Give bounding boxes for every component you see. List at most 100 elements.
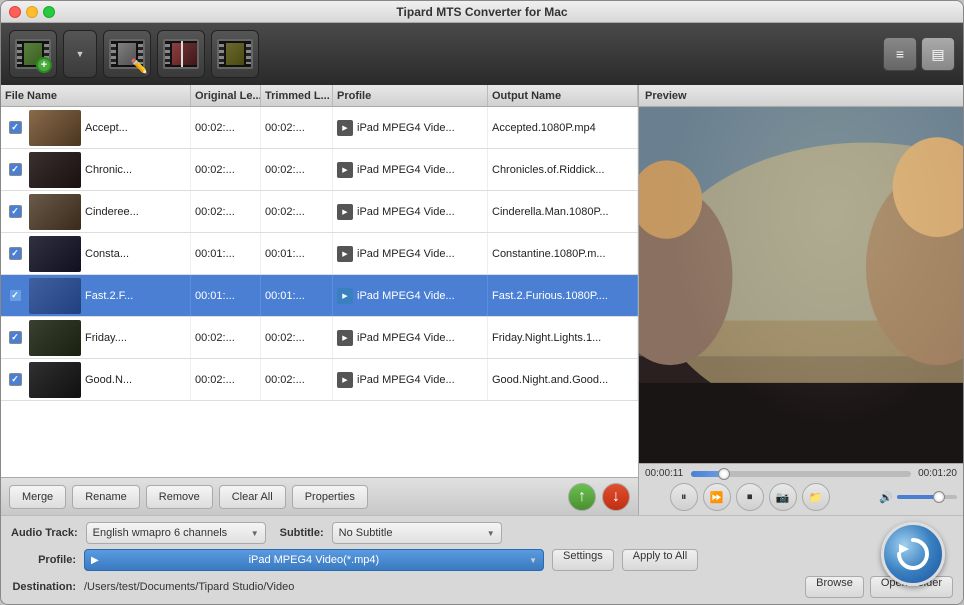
- rename-button[interactable]: Rename: [72, 485, 140, 509]
- col-output: Output Name: [488, 85, 638, 106]
- move-up-button[interactable]: ↑: [568, 483, 596, 511]
- open-folder-button[interactable]: 📁: [802, 483, 830, 511]
- toolbar: + ▼ ✏️: [1, 23, 963, 85]
- total-time: 00:01:20: [915, 468, 957, 479]
- settings-button[interactable]: Settings: [552, 549, 614, 571]
- subtitle-select[interactable]: No Subtitle ▼: [332, 522, 502, 544]
- progress-track[interactable]: [691, 471, 911, 477]
- file-name: Fast.2.F...: [85, 290, 133, 302]
- table-row[interactable]: Cinderee... 00:02:... 00:02:... ▶ iPad M…: [1, 191, 638, 233]
- folder-icon: 📁: [809, 491, 823, 504]
- minimize-button[interactable]: [26, 6, 38, 18]
- name-cell: Fast.2.F...: [1, 275, 191, 316]
- trimmed-cell: 00:01:...: [261, 233, 333, 274]
- clear-all-button[interactable]: Clear All: [219, 485, 286, 509]
- file-area: File Name Original Le... Trimmed L... Pr…: [1, 85, 963, 515]
- playback-bar: 00:00:11 00:01:20 ⏸: [639, 463, 963, 515]
- output-cell: Cinderella.Man.1080P...: [488, 191, 638, 232]
- snapshot-button[interactable]: 📷: [769, 483, 797, 511]
- name-cell: Chronic...: [1, 149, 191, 190]
- add-button-arrow[interactable]: ▼: [63, 30, 97, 78]
- stop-button[interactable]: ⏹: [736, 483, 764, 511]
- volume-row: 🔊: [879, 491, 957, 504]
- profile-icon: ▶: [337, 246, 353, 262]
- profile-icon: ▶: [337, 204, 353, 220]
- browse-button[interactable]: Browse: [805, 576, 864, 598]
- chevron-down-icon: ▼: [251, 529, 259, 538]
- file-name: Accept...: [85, 122, 128, 134]
- audio-track-select[interactable]: English wmapro 6 channels ▼: [86, 522, 266, 544]
- video-frame: [639, 107, 963, 463]
- name-cell: Good.N...: [1, 359, 191, 400]
- volume-track[interactable]: [897, 495, 957, 499]
- file-name: Friday....: [85, 332, 127, 344]
- destination-label: Destination:: [11, 581, 76, 593]
- move-down-button[interactable]: ↓: [602, 483, 630, 511]
- close-button[interactable]: [9, 6, 21, 18]
- volume-icon: 🔊: [879, 491, 893, 504]
- merge-button[interactable]: Merge: [9, 485, 66, 509]
- output-cell: Good.Night.and.Good...: [488, 359, 638, 400]
- list-view-button[interactable]: ≡: [883, 37, 917, 71]
- row-checkbox[interactable]: [9, 205, 22, 218]
- row-checkbox[interactable]: [9, 331, 22, 344]
- output-cell: Constantine.1080P.m...: [488, 233, 638, 274]
- row-checkbox[interactable]: [9, 121, 22, 134]
- pause-icon: ⏸: [681, 491, 687, 504]
- audio-subtitle-row: Audio Track: English wmapro 6 channels ▼…: [11, 522, 953, 544]
- table-row[interactable]: Good.N... 00:02:... 00:02:... ▶ iPad MPE…: [1, 359, 638, 401]
- output-cell: Fast.2.Furious.1080P....: [488, 275, 638, 316]
- col-profile: Profile: [333, 85, 488, 106]
- list-icon: ≡: [896, 46, 904, 62]
- chevron-down-icon: ▼: [529, 556, 537, 565]
- row-checkbox[interactable]: [9, 247, 22, 260]
- table-row[interactable]: Accept... 00:02:... 00:02:... ▶ iPad MPE…: [1, 107, 638, 149]
- pause-button[interactable]: ⏸: [670, 483, 698, 511]
- apply-all-button[interactable]: Apply to All: [622, 549, 698, 571]
- audio-track-value: English wmapro 6 channels: [93, 527, 228, 539]
- file-list: File Name Original Le... Trimmed L... Pr…: [1, 85, 639, 515]
- stop-icon: ⏹: [747, 491, 753, 504]
- forward-button[interactable]: ⏩: [703, 483, 731, 511]
- profile-select[interactable]: ▶ iPad MPEG4 Video(*.mp4) ▼: [84, 549, 544, 571]
- row-checkbox[interactable]: [9, 289, 22, 302]
- output-cell: Chronicles.of.Riddick...: [488, 149, 638, 190]
- preview-label: Preview: [645, 90, 687, 102]
- name-cell: Accept...: [1, 107, 191, 148]
- edit-button[interactable]: ✏️: [103, 30, 151, 78]
- table-row[interactable]: Fast.2.F... 00:01:... 00:01:... ▶ iPad M…: [1, 275, 638, 317]
- row-checkbox[interactable]: [9, 373, 22, 386]
- name-cell: Friday....: [1, 317, 191, 358]
- profile-cell: ▶ iPad MPEG4 Vide...: [333, 359, 488, 400]
- trimmed-cell: 00:01:...: [261, 275, 333, 316]
- profile-cell: ▶ iPad MPEG4 Vide...: [333, 317, 488, 358]
- original-cell: 00:01:...: [191, 275, 261, 316]
- detail-view-button[interactable]: ▤: [921, 37, 955, 71]
- table-row[interactable]: Consta... 00:01:... 00:01:... ▶ iPad MPE…: [1, 233, 638, 275]
- trimmed-cell: 00:02:...: [261, 149, 333, 190]
- settings-bar: Audio Track: English wmapro 6 channels ▼…: [1, 515, 963, 604]
- col-trimmed: Trimmed L...: [261, 85, 333, 106]
- convert-button[interactable]: [881, 522, 945, 586]
- controls-row: ⏸ ⏩ ⏹ 📷 📁: [645, 483, 957, 511]
- profile-cell: ▶ iPad MPEG4 Vide...: [333, 275, 488, 316]
- main-content: File Name Original Le... Trimmed L... Pr…: [1, 85, 963, 604]
- row-thumbnail: [29, 152, 81, 188]
- name-cell: Cinderee...: [1, 191, 191, 232]
- refresh-icon: [895, 536, 931, 572]
- remove-button[interactable]: Remove: [146, 485, 213, 509]
- profile-cell: ▶ iPad MPEG4 Vide...: [333, 149, 488, 190]
- table-row[interactable]: Friday.... 00:02:... 00:02:... ▶ iPad MP…: [1, 317, 638, 359]
- subtitle-label: Subtitle:: [274, 527, 324, 539]
- current-time: 00:00:11: [645, 468, 687, 479]
- row-checkbox[interactable]: [9, 163, 22, 176]
- original-cell: 00:01:...: [191, 233, 261, 274]
- properties-button[interactable]: Properties: [292, 485, 368, 509]
- table-row[interactable]: Chronic... 00:02:... 00:02:... ▶ iPad MP…: [1, 149, 638, 191]
- profile-icon: ▶: [337, 372, 353, 388]
- split-button[interactable]: [157, 30, 205, 78]
- add-file-button[interactable]: +: [9, 30, 57, 78]
- merge-button[interactable]: [211, 30, 259, 78]
- maximize-button[interactable]: [43, 6, 55, 18]
- trimmed-cell: 00:02:...: [261, 359, 333, 400]
